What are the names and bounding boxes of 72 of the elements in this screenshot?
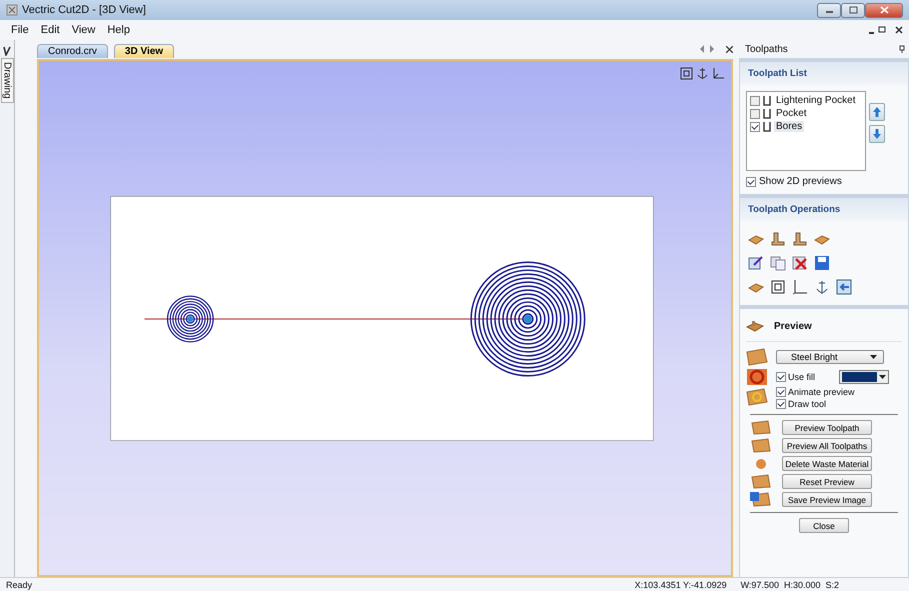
window-title: Vectric Cut2D - [3D View] bbox=[22, 4, 146, 16]
copy-icon[interactable] bbox=[770, 255, 786, 271]
material-dropdown[interactable]: Steel Bright bbox=[776, 350, 884, 364]
checkbox[interactable] bbox=[750, 122, 760, 132]
drawing-tab[interactable]: Drawing bbox=[0, 58, 14, 103]
checkbox[interactable] bbox=[776, 386, 786, 396]
close-button[interactable] bbox=[865, 2, 903, 18]
checkbox-label: Animate preview bbox=[788, 386, 855, 396]
axes-icon[interactable] bbox=[712, 67, 725, 80]
status-text: Ready bbox=[6, 580, 32, 590]
preview-button[interactable]: Preview Toolpath bbox=[782, 420, 872, 435]
save-icon[interactable] bbox=[814, 255, 830, 271]
edit-icon[interactable] bbox=[748, 255, 764, 271]
toolpath-item[interactable]: Bores bbox=[774, 121, 804, 132]
block-icon bbox=[746, 319, 764, 333]
anchor-icon[interactable] bbox=[696, 67, 709, 80]
anchor-icon[interactable] bbox=[814, 279, 830, 295]
color-picker[interactable] bbox=[839, 370, 890, 384]
close-icon[interactable] bbox=[895, 26, 903, 34]
panel-title: Toolpaths bbox=[745, 44, 788, 54]
section-header: Toolpath List bbox=[740, 62, 908, 85]
menu-item[interactable]: Help bbox=[104, 23, 133, 37]
checkbox[interactable] bbox=[776, 398, 786, 408]
tile-icon bbox=[750, 420, 772, 435]
dropdown-caret-icon bbox=[879, 374, 886, 378]
checkbox-label: Draw tool bbox=[788, 398, 826, 408]
app-icon bbox=[6, 4, 18, 16]
close-icon bbox=[880, 6, 888, 14]
small-toolpath-drawing bbox=[166, 296, 214, 342]
arrow-up-icon bbox=[872, 106, 882, 118]
maximize-button[interactable] bbox=[841, 2, 865, 18]
material-icon bbox=[746, 348, 768, 366]
checkbox[interactable] bbox=[746, 176, 756, 186]
toolpath-item[interactable]: Lightening Pocket bbox=[774, 95, 858, 106]
menu-item[interactable]: File bbox=[8, 23, 32, 37]
preview-button[interactable]: Preview All Toolpaths bbox=[782, 438, 872, 453]
close-icon[interactable] bbox=[726, 46, 733, 52]
arrow-down-icon bbox=[872, 128, 882, 140]
menu-item[interactable]: View bbox=[68, 23, 98, 37]
cursor-position: X:103.4351 Y:-41.0929 bbox=[634, 580, 727, 590]
tool-icon bbox=[746, 388, 768, 406]
delete-icon[interactable] bbox=[792, 255, 808, 271]
tile-icon bbox=[750, 474, 772, 489]
document-tab[interactable]: Conrod.crv bbox=[37, 44, 108, 58]
tile-icon bbox=[750, 438, 772, 453]
selection-size: W:97.500 H:30.000 S:2 bbox=[740, 580, 839, 590]
zoom-extents-icon[interactable] bbox=[680, 67, 693, 80]
move-up-button[interactable] bbox=[869, 103, 885, 121]
fill-icon bbox=[746, 368, 768, 386]
close-button[interactable]: Close bbox=[799, 518, 849, 533]
maximize-icon bbox=[848, 6, 858, 14]
move-down-button[interactable] bbox=[869, 125, 885, 143]
axes-icon[interactable] bbox=[792, 279, 808, 295]
dropdown-caret-icon bbox=[870, 355, 877, 359]
document-tab[interactable]: 3D View bbox=[114, 44, 174, 58]
save-tile-icon bbox=[750, 492, 772, 507]
export-icon[interactable] bbox=[836, 279, 852, 295]
checkbox-label: Use fill bbox=[788, 372, 816, 382]
preview-button[interactable]: Delete Waste Material bbox=[782, 456, 872, 471]
preview-button[interactable]: Reset Preview bbox=[782, 474, 872, 489]
toolpath-item[interactable]: Pocket bbox=[774, 108, 809, 119]
menu-item[interactable]: Edit bbox=[38, 23, 63, 37]
checkbox[interactable] bbox=[750, 96, 760, 106]
section-header: Preview bbox=[774, 320, 812, 332]
frame-icon[interactable] bbox=[770, 279, 786, 295]
checkbox[interactable] bbox=[776, 372, 786, 382]
preview-button[interactable]: Save Preview Image bbox=[782, 492, 872, 507]
checkbox-label: Show 2D previews bbox=[759, 176, 842, 187]
pin-icon[interactable] bbox=[899, 45, 905, 53]
checkbox[interactable] bbox=[750, 108, 760, 118]
section-header: Toolpath Operations bbox=[740, 198, 908, 221]
minimize-button[interactable] bbox=[817, 2, 841, 18]
